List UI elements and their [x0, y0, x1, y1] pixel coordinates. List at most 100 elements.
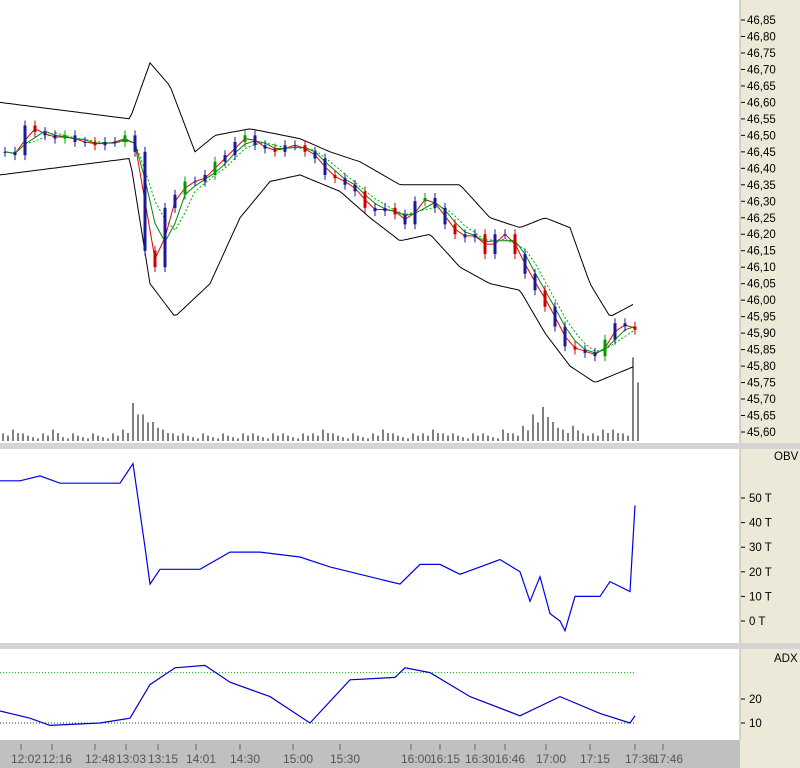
volume-bar — [622, 433, 624, 441]
panel-separator[interactable] — [0, 643, 800, 649]
volume-bar — [437, 433, 439, 441]
volume-bar — [157, 427, 159, 441]
volume-bar — [612, 429, 614, 441]
time-tick-label: 16:15 — [430, 752, 460, 766]
volume-bar — [392, 433, 394, 441]
volume-bar — [637, 382, 639, 441]
volume-bar — [347, 438, 349, 441]
volume-bar — [472, 433, 474, 441]
price-tick-label: 46,00 — [747, 295, 776, 307]
volume-bar — [297, 438, 299, 441]
corner-box — [740, 740, 800, 768]
volume-bar — [562, 429, 564, 441]
volume-bar — [502, 429, 504, 441]
volume-bar — [237, 438, 239, 441]
time-tick-label: 15:30 — [330, 752, 360, 766]
volume-bar — [587, 435, 589, 441]
candle-body — [173, 194, 177, 208]
candle-body — [193, 181, 197, 183]
candle-body — [553, 306, 557, 327]
candle-body — [63, 135, 67, 139]
obv-tick-label: 50 T — [749, 493, 772, 505]
volume-bar — [27, 435, 29, 441]
candle-body — [203, 174, 207, 182]
volume-bar — [557, 427, 559, 441]
volume-bar — [292, 437, 294, 441]
candle-body — [163, 207, 167, 268]
stock-chart[interactable]: 46,85 46,80 46,75 46,70 46,65 46,60 46,55 46,50… — [0, 0, 800, 768]
time-tick-label: 14:30 — [230, 752, 260, 766]
volume-bar — [307, 435, 309, 441]
volume-bar — [322, 429, 324, 441]
volume-bar — [492, 437, 494, 441]
time-tick-label: 12:48 — [85, 752, 115, 766]
price-tick-label: 46,10 — [747, 262, 776, 274]
volume-bar — [212, 437, 214, 441]
candle-body — [213, 161, 217, 175]
volume-bar — [17, 433, 19, 441]
volume-bar — [457, 435, 459, 441]
volume-bar — [567, 433, 569, 441]
volume-bar — [67, 438, 69, 441]
volume-bar — [102, 437, 104, 441]
volume-bar — [407, 438, 409, 441]
time-tick-label: 15:00 — [283, 752, 313, 766]
price-tick-label: 46,20 — [747, 229, 776, 241]
price-tick-label: 46,35 — [747, 180, 776, 192]
price-tick-label: 45,75 — [747, 378, 776, 390]
candle-body — [123, 135, 127, 142]
volume-bar — [122, 429, 124, 441]
candle-body — [523, 254, 527, 274]
volume-bar — [167, 433, 169, 441]
candle-body — [93, 141, 97, 146]
candle-body — [73, 135, 77, 142]
volume-bar — [382, 429, 384, 441]
time-tick-label: 17:15 — [580, 752, 610, 766]
obv-tick-label: 20 T — [749, 567, 772, 579]
candle-body — [333, 174, 337, 179]
time-tick-label: 14:01 — [186, 752, 216, 766]
panel-separator[interactable] — [0, 443, 800, 449]
volume-bar — [117, 435, 119, 441]
price-tick-label: 45,85 — [747, 345, 776, 357]
volume-bar — [327, 433, 329, 441]
volume-bar — [467, 438, 469, 441]
price-tick-label: 46,45 — [747, 147, 776, 159]
volume-bar — [617, 433, 619, 441]
volume-bar — [257, 435, 259, 441]
candle-body — [23, 125, 27, 156]
price-tick-label: 46,50 — [747, 130, 776, 142]
candle-body — [323, 158, 327, 175]
time-tick-label: 13:03 — [116, 752, 146, 766]
time-tick-label: 17:00 — [536, 752, 566, 766]
volume-bar — [92, 433, 94, 441]
volume-bar — [592, 433, 594, 441]
candle-body — [143, 151, 147, 251]
volume-bar — [477, 435, 479, 441]
candle-body — [33, 125, 37, 133]
volume-bar — [337, 435, 339, 441]
price-tick-label: 46,75 — [747, 48, 776, 60]
obv-tick-label: 0 T — [749, 616, 765, 628]
volume-bar — [272, 433, 274, 441]
volume-bar — [412, 433, 414, 441]
volume-bar — [22, 433, 24, 441]
candle-body — [413, 201, 417, 225]
adx-tick-label: 10 — [749, 718, 762, 730]
price-tick-label: 46,85 — [747, 15, 776, 27]
candle-body — [13, 151, 17, 156]
time-tick-label: 12:02 — [11, 752, 41, 766]
volume-bar — [32, 437, 34, 441]
volume-bar — [12, 429, 14, 441]
candle-body — [3, 151, 7, 153]
volume-bar — [172, 433, 174, 441]
volume-bar — [372, 433, 374, 441]
volume-bar — [577, 430, 579, 441]
candle-body — [83, 141, 87, 143]
volume-bar — [427, 435, 429, 441]
volume-bar — [127, 433, 129, 441]
volume-bar — [187, 435, 189, 441]
price-tick-label: 46,60 — [747, 97, 776, 109]
volume-bar — [312, 433, 314, 441]
candle-body — [573, 346, 577, 350]
